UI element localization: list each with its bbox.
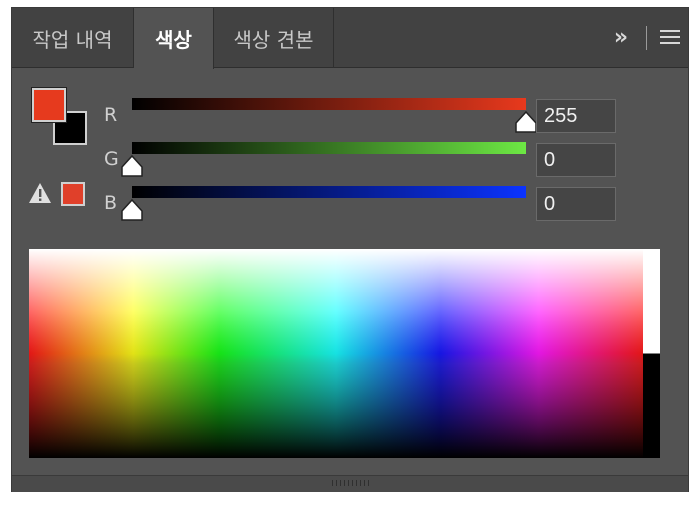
blue-slider-thumb[interactable] (119, 198, 145, 222)
tab-swatches[interactable]: 색상 견본 (214, 8, 334, 68)
warning-triangle-icon[interactable] (28, 182, 52, 204)
spectrum-shading (29, 249, 643, 458)
red-slider-track[interactable] (132, 98, 526, 110)
blue-value-field[interactable]: 0 (536, 187, 616, 221)
black-white-ramp[interactable] (643, 249, 660, 458)
green-slider-track[interactable] (132, 142, 526, 154)
green-slider-thumb[interactable] (119, 154, 145, 178)
hamburger-menu-icon[interactable] (660, 30, 682, 46)
green-value-field[interactable]: 0 (536, 143, 616, 177)
double-chevron-right-icon[interactable]: » (608, 24, 634, 52)
channel-label-g: G (104, 148, 119, 170)
panel-resize-bar[interactable] (12, 475, 688, 492)
panel-tab-bar: 작업 내역 색상 색상 견본 » (12, 8, 688, 69)
foreground-color-swatch[interactable] (31, 87, 67, 123)
color-panel: 작업 내역 색상 색상 견본 » R 255 G 0 B 0 (11, 7, 689, 492)
red-value-field[interactable]: 255 (536, 99, 616, 133)
channel-label-b: B (104, 192, 118, 214)
tab-history[interactable]: 작업 내역 (12, 8, 134, 68)
blue-slider-track[interactable] (132, 186, 526, 198)
tab-divider (646, 26, 647, 50)
tab-color[interactable]: 색상 (134, 8, 214, 69)
resize-grip-icon[interactable] (332, 480, 372, 486)
color-spectrum-ramp[interactable] (29, 249, 643, 458)
out-of-gamut-color-swatch[interactable] (61, 182, 85, 206)
channel-label-r: R (104, 104, 118, 126)
